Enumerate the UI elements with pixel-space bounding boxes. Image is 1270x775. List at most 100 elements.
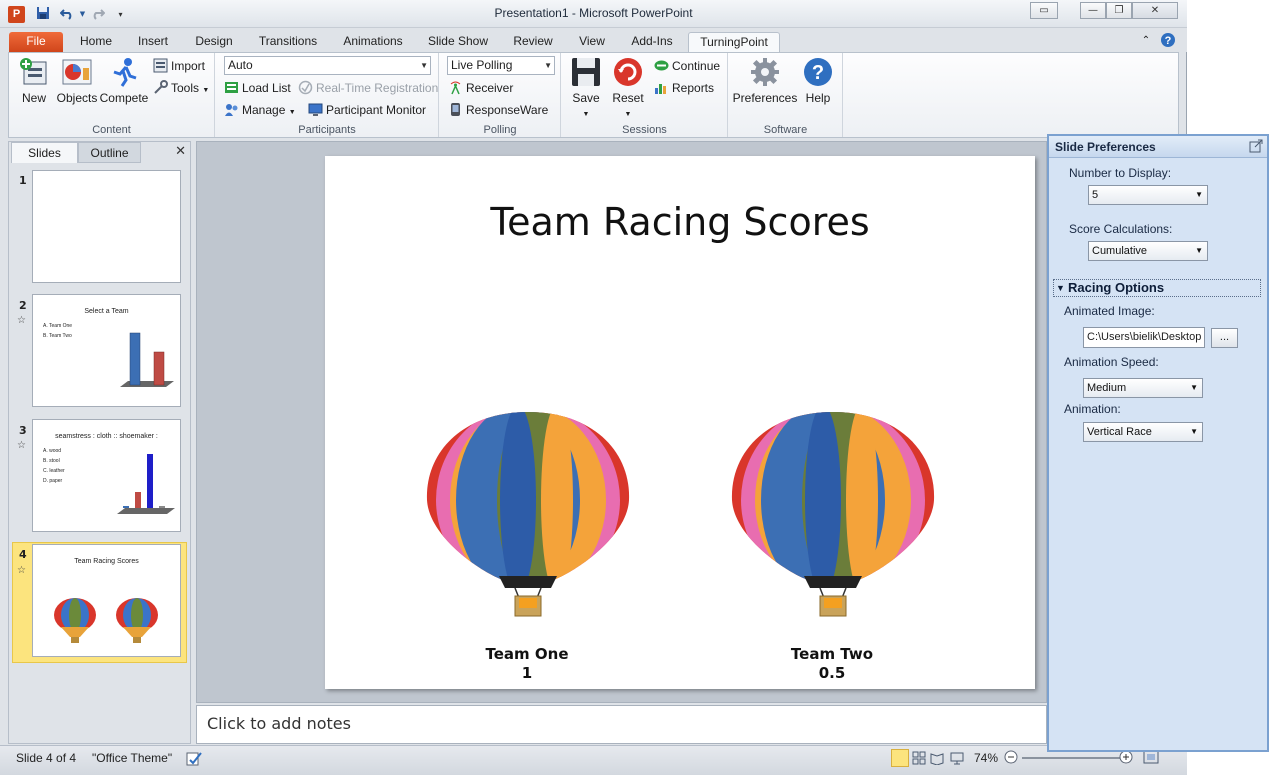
number-to-display-value: 5 <box>1092 189 1099 201</box>
zoom-slider[interactable] <box>1022 757 1122 759</box>
participant-monitor-button[interactable]: Participant Monitor <box>308 100 426 120</box>
compete-button[interactable]: Compete <box>99 56 149 118</box>
receiver-button[interactable]: Receiver <box>448 78 513 98</box>
preferences-button[interactable]: Preferences <box>732 56 798 118</box>
chevron-down-icon: ▼ <box>1190 427 1198 436</box>
slide-number: 4 <box>19 548 27 561</box>
continue-label: Continue <box>672 59 721 73</box>
spell-check-icon[interactable] <box>186 751 202 770</box>
chevron-down-icon: ▼ <box>1195 246 1203 255</box>
restore-ribbon-icon[interactable]: ▭ <box>1030 2 1058 19</box>
reading-view-icon[interactable] <box>930 751 944 768</box>
objects-button[interactable]: Objects <box>54 56 100 118</box>
tab-outline[interactable]: Outline <box>78 142 141 163</box>
manage-dropdown-icon: ▼ <box>288 109 296 116</box>
responseware-label: ResponseWare <box>466 103 549 117</box>
participant-list-select[interactable]: Auto ▼ <box>224 56 431 75</box>
new-button[interactable]: New <box>10 56 58 118</box>
continue-button[interactable]: Continue <box>654 56 720 76</box>
realtime-registration-button[interactable]: Real-Time Registration <box>298 78 438 98</box>
reset-button[interactable]: Reset ▼ <box>604 56 652 118</box>
tab-view[interactable]: View <box>572 32 612 52</box>
new-label: New <box>21 91 46 105</box>
help-icon[interactable]: ? <box>1159 32 1177 52</box>
tab-insert[interactable]: Insert <box>130 32 176 52</box>
thumb-title: Team Racing Scores <box>74 558 139 565</box>
import-button[interactable]: Import <box>153 56 205 76</box>
objects-label: Objects <box>56 91 98 105</box>
svg-text:?: ? <box>1165 35 1172 47</box>
realtime-registration-label: Real-Time Registration <box>316 81 439 95</box>
animation-select[interactable]: Vertical Race ▼ <box>1083 422 1203 442</box>
animation-speed-label: Animation Speed: <box>1064 355 1159 369</box>
minimize-icon[interactable]: — <box>1080 2 1106 19</box>
save-session-button[interactable]: Save ▼ <box>562 56 610 118</box>
team-two-name: Team Two <box>790 645 874 663</box>
slide-title[interactable]: Team Racing Scores <box>325 200 1035 244</box>
notes-pane[interactable]: Click to add notes <box>196 705 1047 744</box>
reports-button[interactable]: Reports <box>654 78 714 98</box>
balloon-team-two <box>731 412 935 617</box>
minimize-ribbon-icon[interactable]: ⌃ <box>1138 32 1154 52</box>
slide-thumbnail-3[interactable]: seamstress : cloth :: shoemaker : A. woo… <box>32 419 181 532</box>
tab-turningpoint[interactable]: TurningPoint <box>688 32 780 52</box>
polling-mode-value: Live Polling <box>451 58 513 72</box>
slide-sorter-icon[interactable] <box>912 751 926 768</box>
zoom-out-icon[interactable] <box>1004 750 1018 767</box>
tab-transitions[interactable]: Transitions <box>252 32 324 52</box>
tab-review[interactable]: Review <box>506 32 560 52</box>
close-pane-icon[interactable]: ✕ <box>175 144 186 159</box>
maximize-icon[interactable]: ❐ <box>1106 2 1132 19</box>
objects-icon <box>61 56 93 88</box>
zoom-level[interactable]: 74% <box>974 751 998 765</box>
slide-thumbnail-1[interactable] <box>32 170 181 283</box>
animated-image-path-field[interactable]: C:\Users\bielik\Desktop <box>1083 327 1205 348</box>
score-calculations-select[interactable]: Cumulative ▼ <box>1088 241 1208 261</box>
animated-image-label: Animated Image: <box>1064 304 1155 318</box>
number-to-display-select[interactable]: 5 ▼ <box>1088 185 1208 205</box>
help-button[interactable]: ? Help <box>795 56 841 118</box>
tab-design[interactable]: Design <box>188 32 240 52</box>
tab-slides[interactable]: Slides <box>11 142 78 163</box>
gear-icon <box>749 56 781 88</box>
browse-button[interactable]: ... <box>1211 328 1238 348</box>
theme-name[interactable]: "Office Theme" <box>92 751 172 765</box>
popout-icon[interactable] <box>1249 139 1263 153</box>
fit-to-window-icon[interactable] <box>1143 750 1159 767</box>
normal-view-icon[interactable] <box>891 749 909 767</box>
responseware-button[interactable]: ResponseWare <box>448 100 548 120</box>
polling-mode-select[interactable]: Live Polling ▼ <box>447 56 555 75</box>
sessions-group-label: Sessions <box>622 124 667 136</box>
manage-label: Manage <box>242 103 286 117</box>
import-label: Import <box>171 59 206 73</box>
manage-icon <box>224 102 239 117</box>
preferences-label: Preferences <box>732 91 798 105</box>
animation-speed-select[interactable]: Medium ▼ <box>1083 378 1203 398</box>
tools-button[interactable]: Tools ▼ <box>153 78 209 98</box>
animation-star-icon: ☆ <box>17 440 26 451</box>
thumb-bar-chart <box>117 454 175 514</box>
software-group-label: Software <box>763 124 808 136</box>
number-to-display-label: Number to Display: <box>1069 166 1172 180</box>
load-list-button[interactable]: Load List <box>224 78 291 98</box>
slide-show-icon[interactable] <box>950 751 964 768</box>
thumb-line: D. paper <box>43 478 63 484</box>
slide-thumbnail-2[interactable]: Select a Team A. Team One B. Team Two <box>32 294 181 407</box>
tab-slide-show[interactable]: Slide Show <box>422 32 494 52</box>
thumb-line: A. wood <box>43 448 62 454</box>
slide-thumbnail-4[interactable]: Team Racing Scores <box>32 544 181 657</box>
tab-file[interactable]: File <box>9 32 63 52</box>
racing-options-header[interactable]: ▼ Racing Options <box>1053 279 1261 297</box>
tab-add-ins[interactable]: Add-Ins <box>624 32 680 52</box>
zoom-in-icon[interactable] <box>1119 750 1133 767</box>
participants-group: Auto ▼ Load List Real-Time Registration … <box>216 53 439 137</box>
ribbon: New Objects Compete Import Tools ▼ Conte… <box>8 52 1179 138</box>
team-two-score: 0.5 <box>818 664 846 682</box>
close-icon[interactable]: ✕ <box>1132 2 1178 19</box>
animation-star-icon: ☆ <box>17 565 26 576</box>
manage-button[interactable]: Manage ▼ <box>224 100 296 120</box>
tab-home[interactable]: Home <box>74 32 118 52</box>
load-list-icon <box>224 80 239 95</box>
tab-animations[interactable]: Animations <box>336 32 410 52</box>
current-slide[interactable]: Team Racing Scores Team One 1 Team Two 0… <box>325 156 1035 689</box>
